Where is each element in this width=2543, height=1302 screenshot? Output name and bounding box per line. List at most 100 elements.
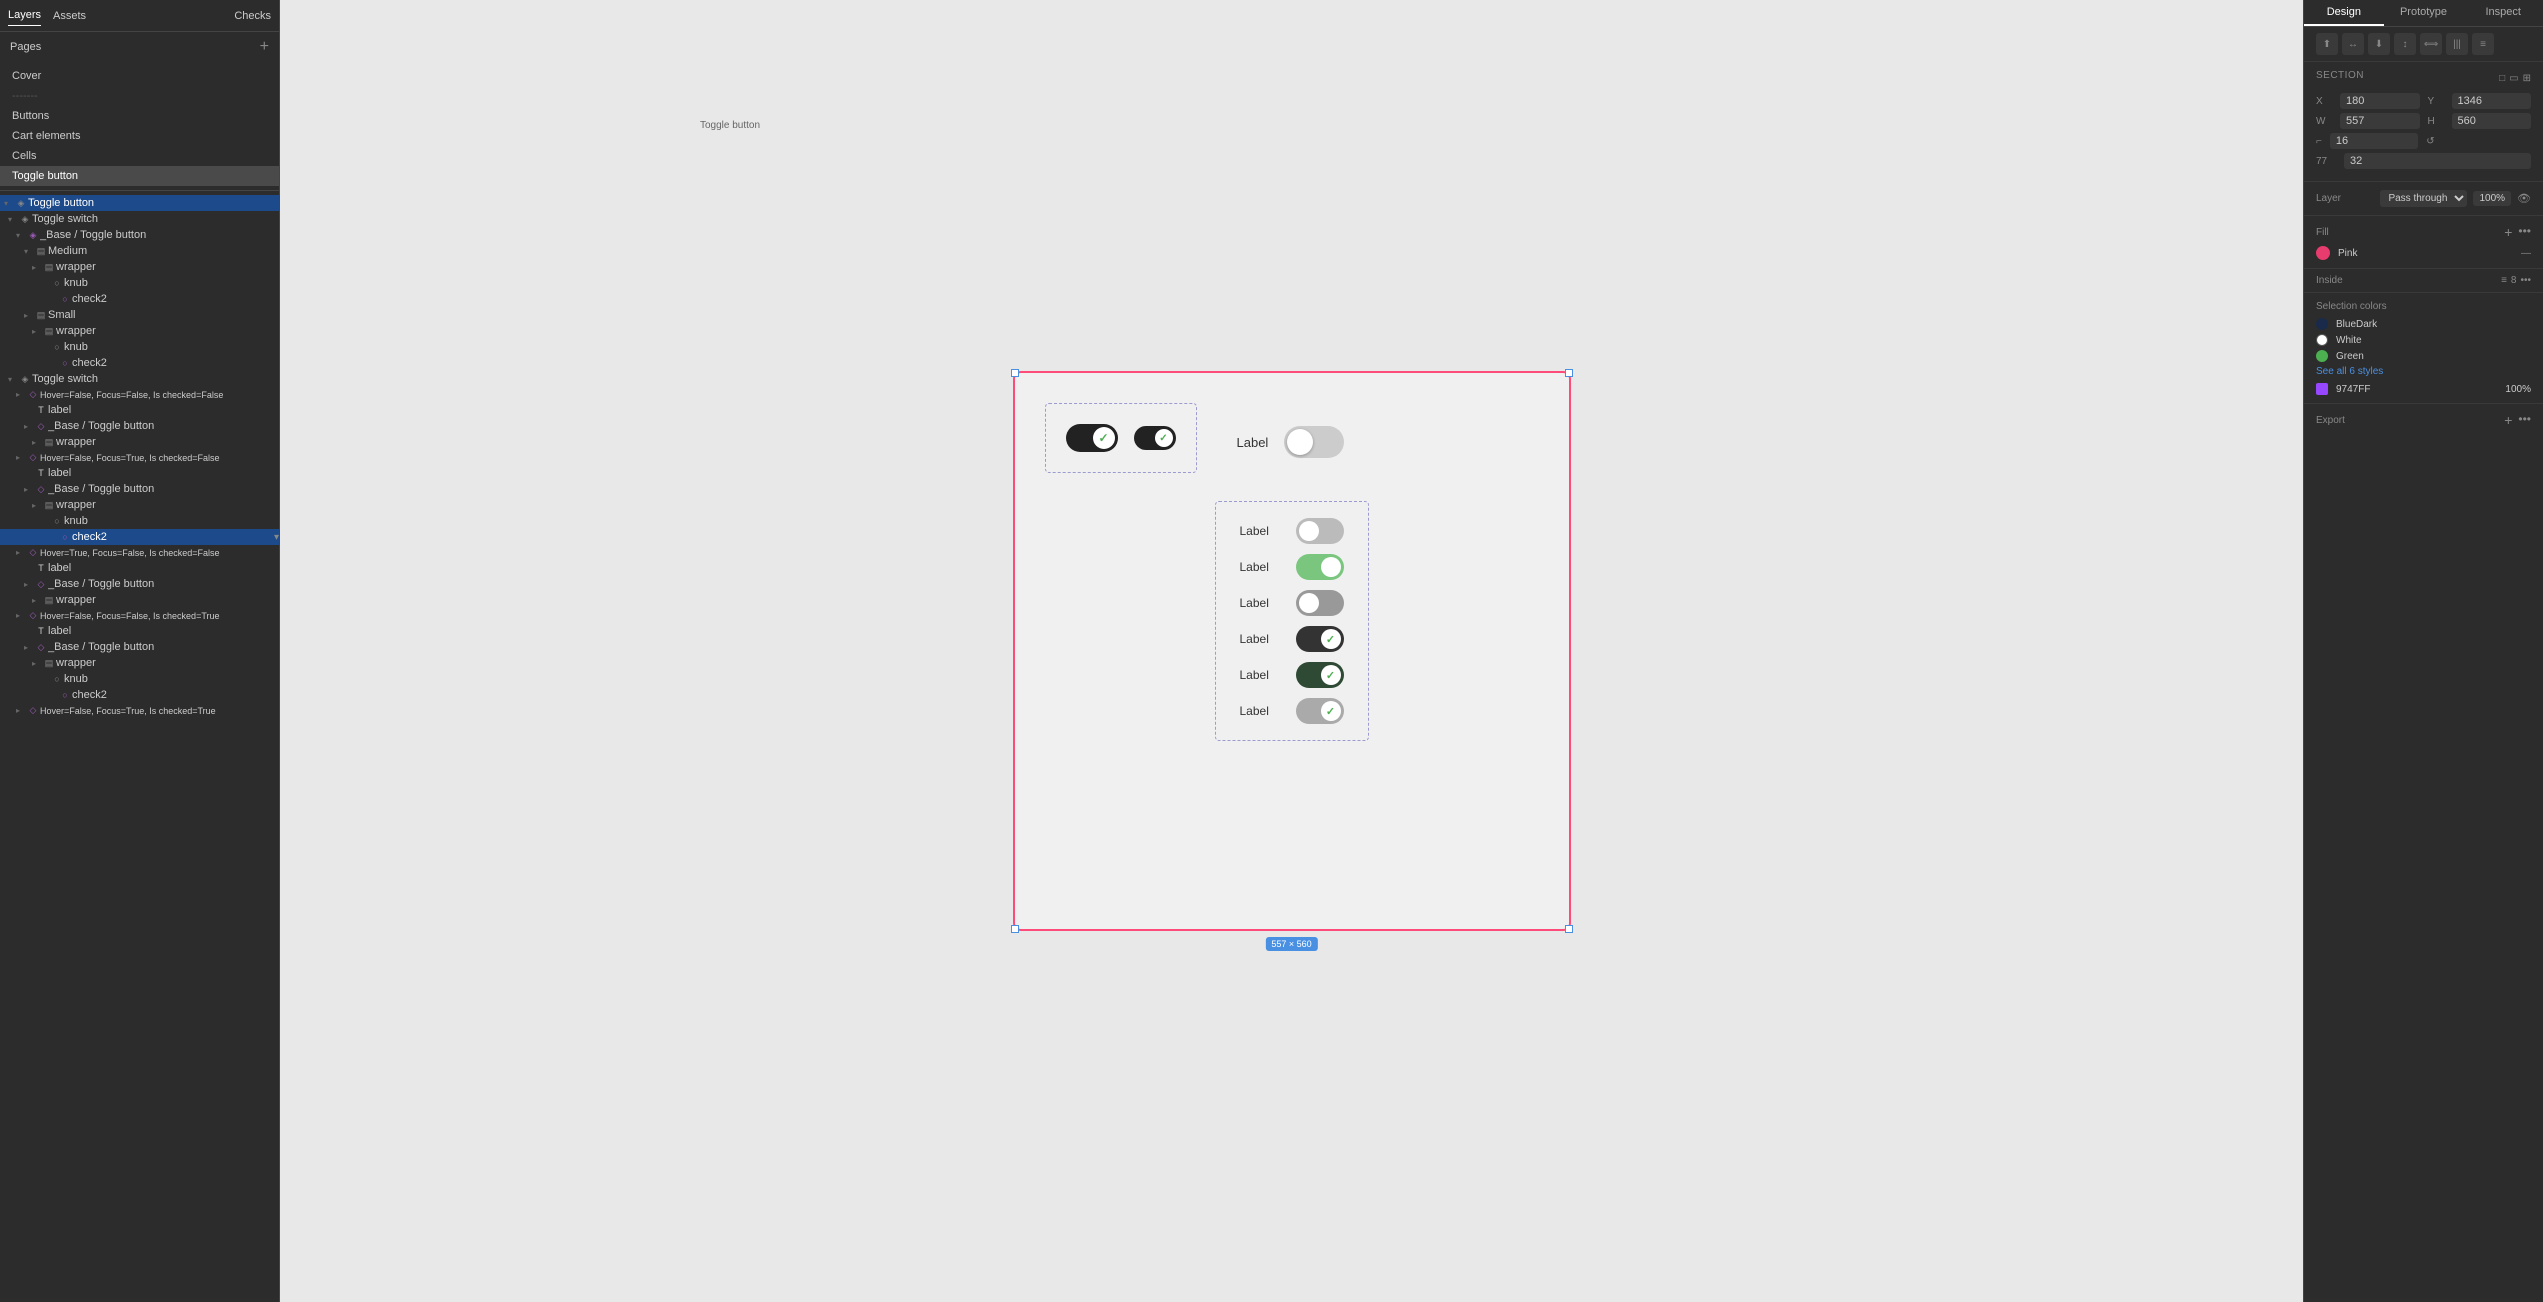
- toggle-button-dashed-group: ✓ ✓: [1045, 403, 1197, 473]
- handle-tl[interactable]: [1011, 369, 1019, 377]
- align-top-btn[interactable]: ↕: [2394, 33, 2416, 55]
- distribute-h-btn[interactable]: |||: [2446, 33, 2468, 55]
- rotate-value[interactable]: [2443, 139, 2531, 143]
- expand-icon: ▸: [16, 611, 26, 620]
- tree-item-base-toggle-3[interactable]: ▸ ◇ _Base / Toggle button: [0, 481, 279, 497]
- y-value[interactable]: 1346: [2452, 93, 2532, 109]
- tree-label: wrapper: [56, 436, 96, 448]
- page-toggle-button[interactable]: Toggle button: [0, 166, 279, 186]
- val2-value[interactable]: 32: [2344, 153, 2531, 169]
- align-center-h-btn[interactable]: ↔: [2342, 33, 2364, 55]
- tree-item-check2-1[interactable]: ○ check2: [0, 291, 279, 307]
- color-item-white[interactable]: White: [2316, 334, 2531, 346]
- color-item-green[interactable]: Green: [2316, 350, 2531, 362]
- tab-design[interactable]: Design: [2304, 0, 2384, 26]
- tree-item-check2-selected[interactable]: ○ check2 ▾: [0, 529, 279, 545]
- handle-br[interactable]: [1565, 925, 1573, 933]
- tree-item-check2-3[interactable]: ○ check2: [0, 687, 279, 703]
- toggle-large-off[interactable]: [1284, 426, 1344, 458]
- page-cover[interactable]: Cover: [0, 66, 279, 86]
- tree-item-toggle-switch-1[interactable]: ▾ ◈ Toggle switch: [0, 211, 279, 227]
- hex-value[interactable]: 9747FF: [2336, 384, 2497, 395]
- tree-item-small[interactable]: ▸ ▤ Small: [0, 307, 279, 323]
- color-item-bluedark[interactable]: BlueDark: [2316, 318, 2531, 330]
- tree-item-knub-1[interactable]: ○ knub: [0, 275, 279, 291]
- tree-item-label-3[interactable]: T label: [0, 560, 279, 576]
- tree-item-base-toggle[interactable]: ▾ ◈ _Base / Toggle button: [0, 227, 279, 243]
- distribute-v-btn[interactable]: ≡: [2472, 33, 2494, 55]
- tree-item-base-toggle-4[interactable]: ▸ ◇ _Base / Toggle button: [0, 576, 279, 592]
- text-icon: T: [34, 468, 48, 478]
- handle-bl[interactable]: [1011, 925, 1019, 933]
- toggle-button-small[interactable]: ✓: [1134, 426, 1176, 450]
- blend-mode-select[interactable]: Pass through Normal Multiply: [2380, 190, 2467, 207]
- toggle-sw-row-5: Label ✓: [1240, 662, 1344, 688]
- tree-item-wrapper-5[interactable]: ▸ ▤ wrapper: [0, 592, 279, 608]
- tree-item-variant-3[interactable]: ▸ ◇ Hover=True, Focus=False, Is checked=…: [0, 545, 279, 560]
- toggle-button-large[interactable]: ✓: [1066, 424, 1118, 452]
- tree-item-variant-2[interactable]: ▸ ◇ Hover=False, Focus=True, Is checked=…: [0, 450, 279, 465]
- hex-opacity[interactable]: 100%: [2505, 384, 2531, 395]
- tree-item-wrapper-6[interactable]: ▸ ▤ wrapper: [0, 655, 279, 671]
- toggle-sw-3[interactable]: [1296, 590, 1344, 616]
- tree-item-variant-4[interactable]: ▸ ◇ Hover=False, Focus=False, Is checked…: [0, 608, 279, 623]
- handle-tr[interactable]: [1565, 369, 1573, 377]
- opacity-value[interactable]: 100%: [2473, 191, 2511, 206]
- canvas-section[interactable]: ✓ ✓ Label Label: [1013, 371, 1571, 931]
- fill-item-pink[interactable]: Pink —: [2316, 246, 2531, 260]
- tree-item-wrapper-1[interactable]: ▸ ▤ wrapper: [0, 259, 279, 275]
- tree-item-variant-5[interactable]: ▸ ◇ Hover=False, Focus=True, Is checked=…: [0, 703, 279, 718]
- h-value[interactable]: 560: [2452, 113, 2532, 129]
- w-value[interactable]: 557: [2340, 113, 2420, 129]
- hex-swatch[interactable]: [2316, 383, 2328, 395]
- tree-item-label-4[interactable]: T label: [0, 623, 279, 639]
- align-right-btn[interactable]: ⬇: [2368, 33, 2390, 55]
- tree-item-wrapper-3[interactable]: ▸ ▤ wrapper: [0, 434, 279, 450]
- page-cart-elements[interactable]: Cart elements: [0, 126, 279, 146]
- component-icon: ◇: [34, 579, 48, 590]
- page-buttons[interactable]: Buttons: [0, 106, 279, 126]
- tree-item-toggle-switch-2[interactable]: ▾ ◈ Toggle switch: [0, 371, 279, 387]
- tree-item-wrapper-4[interactable]: ▸ ▤ wrapper: [0, 497, 279, 513]
- align-left-btn[interactable]: ⬆: [2316, 33, 2338, 55]
- tree-item-base-toggle-2[interactable]: ▸ ◇ _Base / Toggle button: [0, 418, 279, 434]
- tab-prototype[interactable]: Prototype: [2384, 0, 2464, 26]
- tree-item-toggle-button[interactable]: ▾ ◈ Toggle button: [0, 195, 279, 211]
- tree-item-base-toggle-5[interactable]: ▸ ◇ _Base / Toggle button: [0, 639, 279, 655]
- expand-icon: ▸: [16, 453, 26, 462]
- see-all-styles-link[interactable]: See all 6 styles: [2316, 366, 2531, 377]
- page-cells[interactable]: Cells: [0, 146, 279, 166]
- tree-item-knub-3[interactable]: ○ knub: [0, 513, 279, 529]
- tree-item-medium[interactable]: ▾ ▤ Medium: [0, 243, 279, 259]
- eye-icon[interactable]: 👁: [2517, 192, 2531, 205]
- export-menu-btn[interactable]: •••: [2518, 412, 2531, 428]
- fill-add-btn[interactable]: +: [2504, 224, 2512, 240]
- tree-item-label-1[interactable]: T label: [0, 402, 279, 418]
- toggle-sw-2[interactable]: [1296, 554, 1344, 580]
- tree-item-label-2[interactable]: T label: [0, 465, 279, 481]
- inside-menu-btn[interactable]: •••: [2520, 275, 2531, 286]
- fill-menu-btn[interactable]: •••: [2518, 224, 2531, 240]
- align-center-v-btn[interactable]: ⟺: [2420, 33, 2442, 55]
- corner-value[interactable]: 16: [2330, 133, 2418, 149]
- tree-label: label: [48, 562, 71, 574]
- tree-item-check2-2[interactable]: ○ check2: [0, 355, 279, 371]
- add-page-button[interactable]: +: [260, 38, 269, 56]
- tab-inspect[interactable]: Inspect: [2463, 0, 2543, 26]
- toggle-sw-5[interactable]: ✓: [1296, 662, 1344, 688]
- tab-assets[interactable]: Assets: [53, 6, 86, 26]
- tab-layers[interactable]: Layers: [8, 5, 41, 26]
- wh-row: W 557 H 560: [2316, 113, 2531, 129]
- tree-item-knub-4[interactable]: ○ knub: [0, 671, 279, 687]
- tree-item-wrapper-2[interactable]: ▸ ▤ wrapper: [0, 323, 279, 339]
- toggle-sw-6[interactable]: ✓: [1296, 698, 1344, 724]
- minus-icon[interactable]: —: [2521, 248, 2531, 259]
- x-value[interactable]: 180: [2340, 93, 2420, 109]
- toggle-sw-4[interactable]: ✓: [1296, 626, 1344, 652]
- tree-item-variant-1[interactable]: ▸ ◇ Hover=False, Focus=False, Is checked…: [0, 387, 279, 402]
- tab-checks[interactable]: Checks: [234, 10, 271, 22]
- sw-knob-1: [1299, 521, 1319, 541]
- toggle-sw-1[interactable]: [1296, 518, 1344, 544]
- export-add-btn[interactable]: +: [2504, 412, 2512, 428]
- tree-item-knub-2[interactable]: ○ knub: [0, 339, 279, 355]
